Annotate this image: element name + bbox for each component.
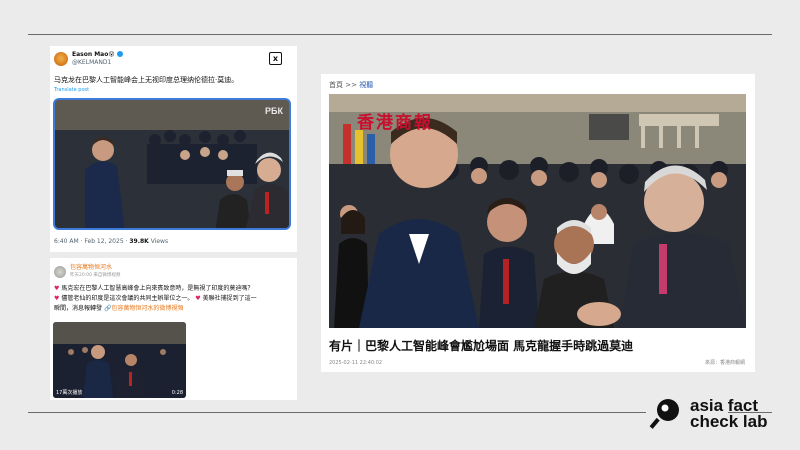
weibo-text-line2: ♥ 儘管老仙的印度是這次會議的共同主辦單位之一。 ♥ 美聯社捕捉到了這一 [54,295,257,303]
afcl-logo: asia fact check lab [648,394,788,434]
weibo-text-line1: ♥ 馬克宏在巴黎人工智慧高峰會上向來賓致意時，是無視了印度的莫迪嗎？ [54,285,253,293]
news-video-frame[interactable]: 香港商報 [329,94,746,328]
tweet-views-count: 39.8K [129,238,149,245]
verified-badge-icon [116,51,123,57]
breadcrumb: 首頁 >> 視聽 [329,80,373,90]
heart-icon: ♥ [195,295,201,302]
tweet-video-watermark: РБК [265,106,283,116]
tweet-views-label: Views [148,238,169,245]
tweet-text: 马克龙在巴黎人工智能峰会上无视印度总理纳伦德拉·莫迪。 [54,76,239,84]
weibo-video-thumbnail[interactable]: 17萬次播放 0:28 [53,322,186,398]
author-name: Eason Mao [72,51,109,58]
news-card: 首頁 >> 視聽 香港商報 有片｜巴黎人工智能峰會尷尬場面 馬克龍握手時跳過莫迪… [321,74,755,372]
heart-icon: ♥ [54,295,60,302]
tweet-meta: 6:40 AM · Feb 12, 2025 · 39.8K Views [54,238,168,246]
news-source: 來源：香港商報網 [704,360,745,366]
weibo-text-line3: 瞬間，消息報轉發 🔗包容萬物恒河水的微博視頻 [54,305,183,313]
weibo-author[interactable]: 包容萬物恒河水 [70,264,112,272]
translate-link[interactable]: Translate post [54,86,89,94]
author-emoji: 😵 [108,51,115,58]
video-duration: 0:28 [171,390,183,396]
tweet-card: Eason Mao😵 @KELMAND1 x 马克龙在巴黎人工智能峰会上无视印度… [50,46,297,252]
magnifier-logo-icon [649,399,679,429]
weibo-line1: 馬克宏在巴黎人工智慧高峰會上向來賓致意時，是無視了印度的莫迪嗎？ [61,285,254,292]
weibo-line2b: 美聯社捕捉到了這一 [202,295,257,302]
weibo-meta: 昨天20:00 来自微博视频 [70,273,121,278]
breadcrumb-home[interactable]: 首頁 [329,81,343,89]
tweet-handle[interactable]: @KELMAND1 [72,59,111,67]
breadcrumb-separator: >> [345,81,357,89]
news-date: 2025-02-11 22:40:02 [329,360,383,366]
news-headline[interactable]: 有片｜巴黎人工智能峰會尷尬場面 馬克龍握手時跳過莫迪 [329,339,633,353]
tweet-author[interactable]: Eason Mao😵 [72,51,123,59]
tweet-video-thumbnail[interactable]: РБК [53,98,291,230]
x-logo-icon[interactable]: x [269,52,282,65]
bottom-divider [28,412,646,413]
avatar[interactable] [54,266,66,278]
breadcrumb-video[interactable]: 視聽 [359,81,373,89]
top-divider [28,34,772,35]
weibo-card: 包容萬物恒河水 昨天20:00 来自微博视频 ♥ 馬克宏在巴黎人工智慧高峰會上向… [50,258,297,400]
tweet-timestamp[interactable]: 6:40 AM · Feb 12, 2025 · [54,238,129,245]
video-views: 17萬次播放 [56,390,83,396]
weibo-video-link[interactable]: 包容萬物恒河水的微博視頻 [111,305,183,312]
brand-line2: check lab [690,412,768,431]
heart-icon: ♥ [54,285,60,292]
weibo-line3: 瞬間，消息報轉發 [54,305,103,312]
news-video-watermark: 香港商報 [357,113,433,133]
avatar[interactable] [54,52,68,66]
weibo-line2: 儘管老仙的印度是這次會議的共同主辦單位之一。 [61,295,194,302]
